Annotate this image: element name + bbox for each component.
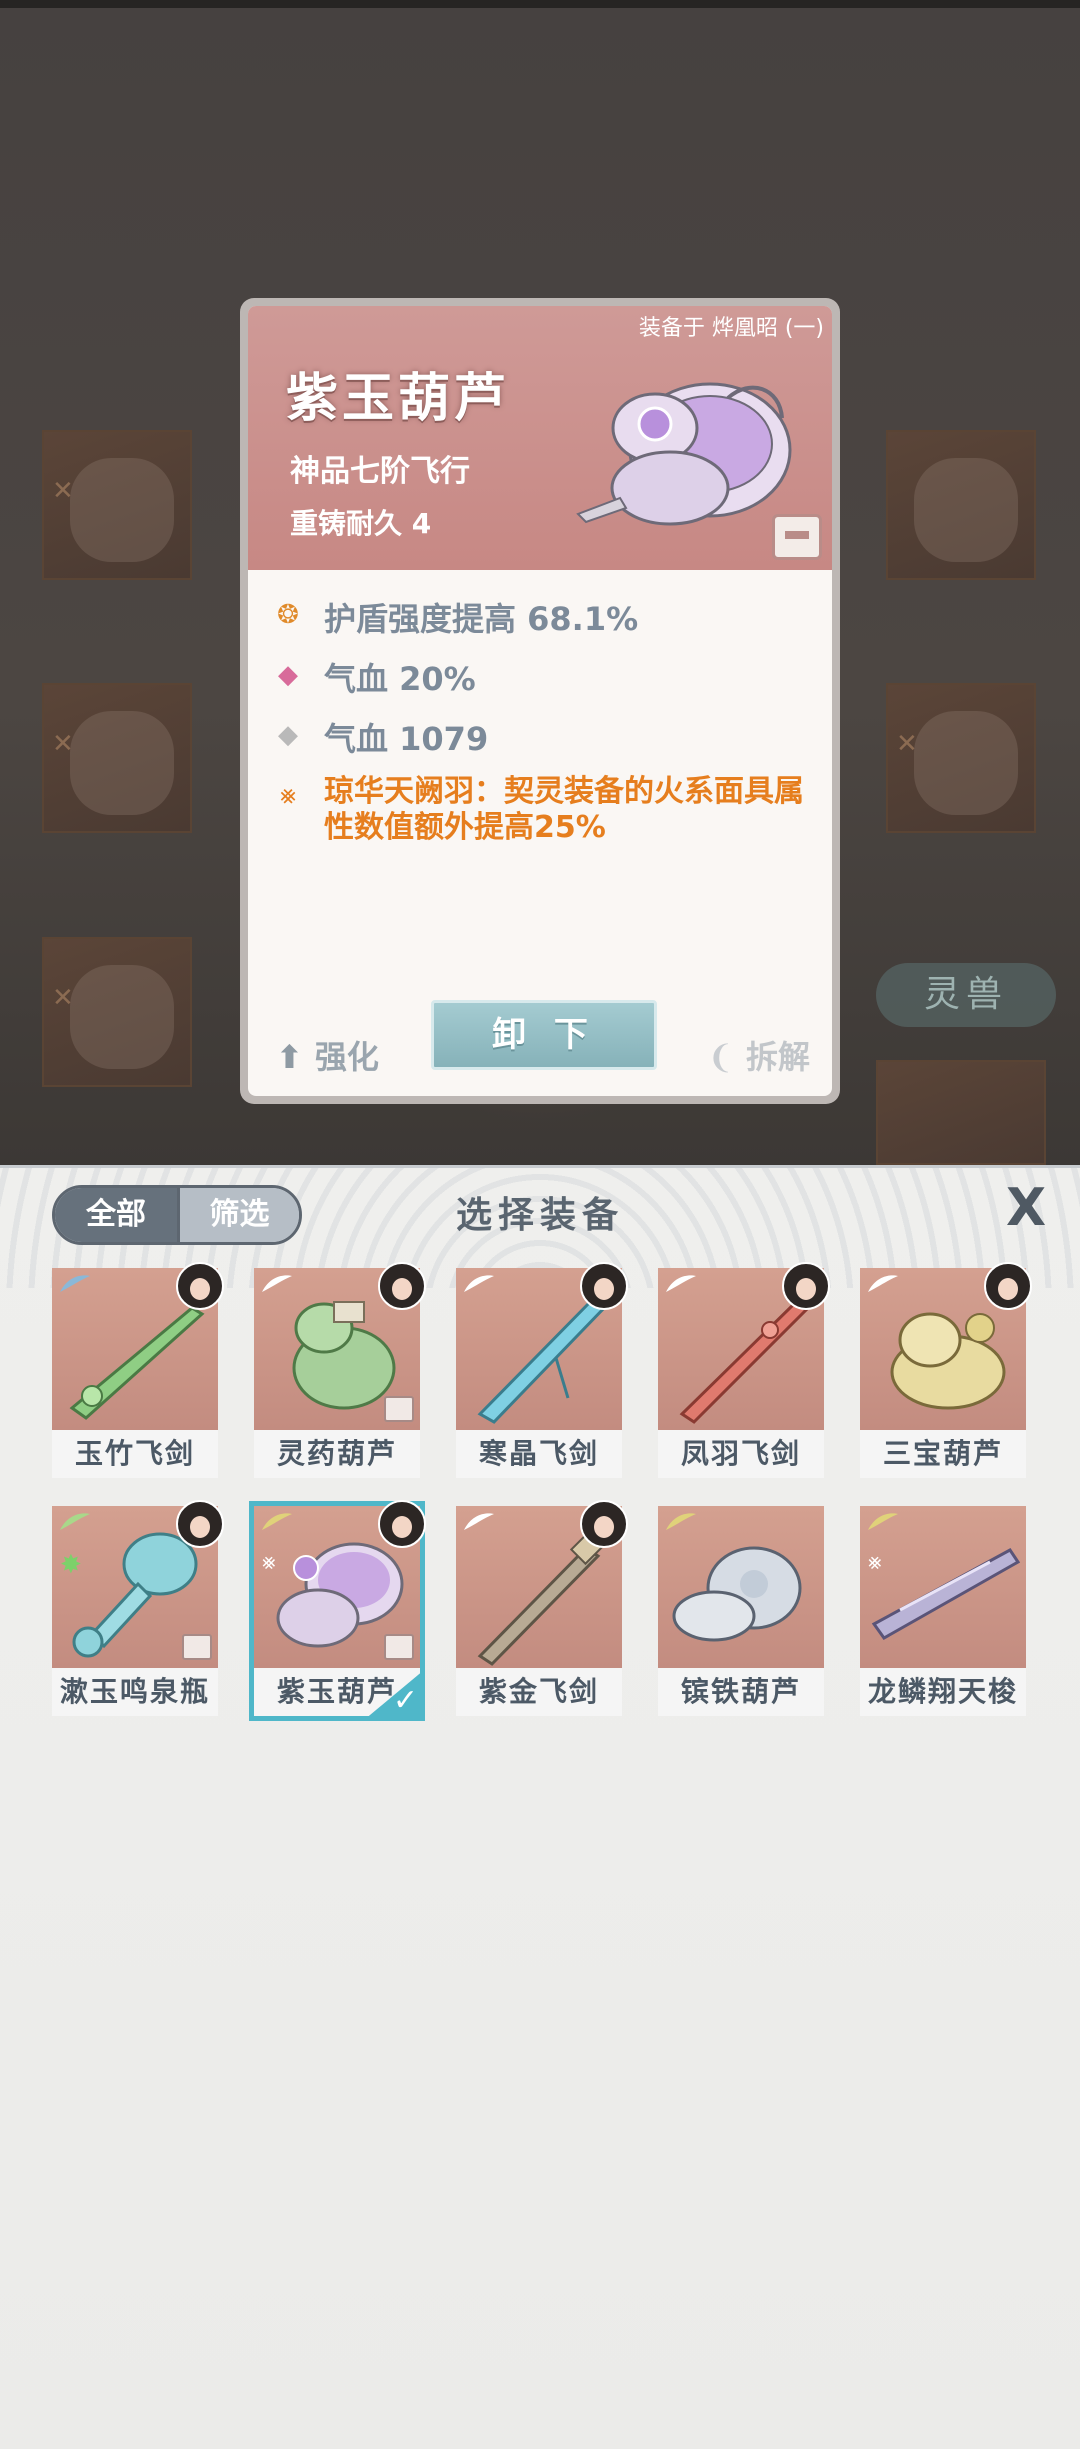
character-portrait-avatar bbox=[580, 1500, 628, 1548]
special-effect-text: 琼华天阙羽：契灵装备的火系面具属性数值额外提高25% bbox=[324, 774, 804, 845]
green-star-icon: ✸ bbox=[60, 1550, 82, 1580]
disassemble-icon: ❨ bbox=[707, 1038, 734, 1076]
character-portrait-avatar bbox=[580, 1262, 628, 1310]
unequip-button[interactable]: 卸 下 bbox=[431, 1000, 657, 1070]
flame-icon: ❂ bbox=[277, 600, 299, 630]
disassemble-label: 拆解 bbox=[745, 1038, 810, 1076]
character-portrait-avatar bbox=[378, 1262, 426, 1310]
diamond-grey-icon: ◆ bbox=[278, 720, 298, 750]
slot-rune-icon: ✕ bbox=[52, 729, 74, 759]
status-bar bbox=[0, 0, 1080, 8]
item-name: 紫金飞剑 bbox=[456, 1668, 622, 1716]
spirit-beast-button[interactable]: 灵兽 bbox=[876, 963, 1056, 1027]
slot-rune-icon: ✕ bbox=[52, 476, 74, 506]
character-portrait-avatar bbox=[176, 1262, 224, 1310]
stat-row: ❂ 护盾强度提高 68.1% bbox=[272, 592, 818, 652]
rune-icon: ⨳ bbox=[868, 1550, 882, 1575]
item-detail-card: 装备于 烨凰昭 (一) 紫玉葫芦 神品七阶飞行 重铸耐久 4 ❂ 护盾强度提高 … bbox=[240, 298, 840, 1104]
character-portrait-avatar bbox=[984, 1262, 1032, 1310]
wing-icon bbox=[464, 1275, 494, 1292]
stat-list: ❂ 护盾强度提高 68.1% ◆ 气血 20% ◆ 气血 1079 ⨳ 琼华天阙… bbox=[272, 592, 818, 852]
close-icon[interactable]: X bbox=[1000, 1182, 1052, 1234]
wing-icon bbox=[666, 1513, 696, 1530]
equipment-item-yuzhu-sword[interactable]: 玉竹飞剑 bbox=[52, 1262, 224, 1478]
slot-rune-icon: ✕ bbox=[52, 983, 74, 1013]
stat-row: ◆ 气血 1079 bbox=[272, 712, 818, 772]
item-name: 镔铁葫芦 bbox=[658, 1668, 824, 1716]
rune-icon: ⨳ bbox=[262, 1550, 276, 1575]
wing-icon bbox=[868, 1275, 898, 1292]
item-durability: 重铸耐久 4 bbox=[290, 507, 432, 540]
equipment-item-lingyao-gourd[interactable]: 灵药葫芦 bbox=[254, 1262, 426, 1478]
item-name: 漱玉鸣泉瓶 bbox=[52, 1668, 218, 1716]
disassemble-button[interactable]: ❨ 拆解 bbox=[707, 1032, 810, 1078]
enhance-label: 强化 bbox=[314, 1038, 379, 1076]
equipment-item-longlin-shuttle[interactable]: ⨳ 龙鳞翔天梭 bbox=[860, 1506, 1026, 1716]
up-arrow-icon: ⬆ bbox=[276, 1038, 303, 1076]
card-actions: ⬆ 强化 卸 下 ❨ 拆解 bbox=[248, 984, 832, 1096]
wing-icon bbox=[60, 1275, 90, 1292]
diamond-pink-icon: ◆ bbox=[278, 660, 298, 690]
equip-slot-weapon[interactable]: ✕ bbox=[42, 430, 192, 580]
wing-icon bbox=[60, 1513, 90, 1530]
lock-icon bbox=[384, 1396, 414, 1422]
item-name: 紫玉葫芦 bbox=[286, 369, 511, 429]
equipped-on-label: 装备于 烨凰昭 (一) bbox=[638, 316, 824, 341]
lock-icon bbox=[384, 1634, 414, 1660]
wing-icon bbox=[464, 1513, 494, 1530]
stat-text: 护盾强度提高 68.1% bbox=[324, 600, 639, 638]
lock-icon bbox=[182, 1634, 212, 1660]
item-name: 玉竹飞剑 bbox=[52, 1430, 218, 1478]
stat-row-special: ⨳ 琼华天阙羽：契灵装备的火系面具属性数值额外提高25% bbox=[272, 772, 818, 852]
item-name: 灵药葫芦 bbox=[254, 1430, 420, 1478]
slot-item-silhouette bbox=[70, 965, 174, 1069]
stat-text: 气血 1079 bbox=[324, 720, 489, 758]
character-portrait-avatar bbox=[378, 1500, 426, 1548]
stat-row: ◆ 气血 20% bbox=[272, 652, 818, 712]
item-name: 龙鳞翔天梭 bbox=[860, 1668, 1026, 1716]
equip-slot-accessory[interactable]: ✕ bbox=[42, 937, 192, 1087]
lock-icon[interactable] bbox=[772, 514, 822, 560]
slot-item-silhouette bbox=[70, 458, 174, 562]
slot-rune-icon: ✕ bbox=[896, 729, 918, 759]
item-name: 三宝葫芦 bbox=[860, 1430, 1026, 1478]
wing-icon bbox=[666, 1275, 696, 1292]
item-name: 凤羽飞剑 bbox=[658, 1430, 824, 1478]
item-name: 寒晶飞剑 bbox=[456, 1430, 622, 1478]
equipment-item-ziyu-gourd-selected[interactable]: ⨳ 紫玉葫芦 ✓ bbox=[254, 1500, 426, 1720]
equip-slot-orb[interactable]: ✕ bbox=[886, 683, 1036, 833]
equipment-item-zijin-sword[interactable]: 紫金飞剑 bbox=[456, 1500, 628, 1716]
wing-icon bbox=[262, 1513, 292, 1530]
enhance-button[interactable]: ⬆ 强化 bbox=[276, 1032, 379, 1078]
slot-item-silhouette bbox=[70, 711, 174, 815]
equip-slot-armor[interactable]: ✕ bbox=[42, 683, 192, 833]
panel-title: 选择装备 bbox=[455, 1195, 624, 1236]
rune-icon: ⨳ bbox=[279, 780, 297, 810]
character-portrait-avatar bbox=[176, 1500, 224, 1548]
wing-icon bbox=[262, 1275, 292, 1292]
stat-text: 气血 20% bbox=[324, 660, 476, 698]
equipment-item-hanjing-sword[interactable]: 寒晶飞剑 bbox=[456, 1262, 628, 1478]
character-portrait-avatar bbox=[782, 1262, 830, 1310]
wing-icon bbox=[868, 1513, 898, 1530]
item-grade: 神品七阶飞行 bbox=[290, 454, 470, 489]
equipment-select-panel: 全部 筛选 选择装备 X 玉竹飞剑 灵药葫芦 寒晶飞剑 凤羽飞剑 三宝葫芦 ✸ … bbox=[0, 1165, 1080, 2449]
equipment-item-bintie-gourd[interactable]: 镔铁葫芦 bbox=[658, 1506, 824, 1716]
equipment-item-sanbao-gourd[interactable]: 三宝葫芦 bbox=[860, 1262, 1032, 1478]
purple-gourd-artwork bbox=[576, 382, 792, 526]
slot-item-silhouette bbox=[914, 458, 1018, 562]
equip-slot-robe[interactable] bbox=[886, 430, 1036, 580]
equip-slot-beast[interactable] bbox=[876, 1060, 1046, 1165]
slot-item-silhouette bbox=[914, 711, 1018, 815]
equipment-item-shuyu-bottle[interactable]: ✸ 漱玉鸣泉瓶 bbox=[52, 1500, 224, 1716]
equipment-item-fengyu-sword[interactable]: 凤羽飞剑 bbox=[658, 1262, 830, 1478]
item-header: 装备于 烨凰昭 (一) 紫玉葫芦 神品七阶飞行 重铸耐久 4 bbox=[248, 306, 832, 570]
